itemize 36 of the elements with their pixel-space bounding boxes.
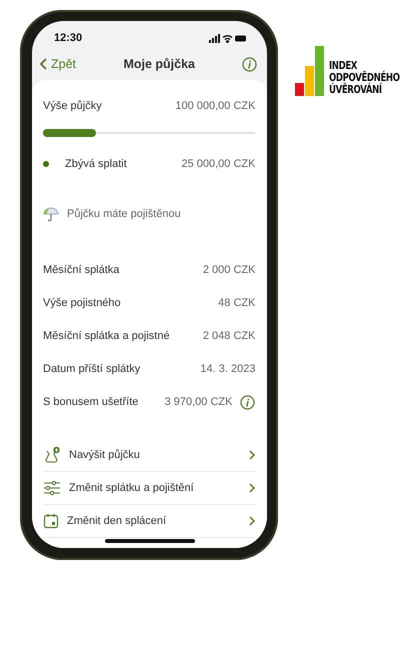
remaining-label: Zbývá splatit [65, 156, 127, 172]
action-item[interactable]: Změnit den splácení [43, 505, 256, 538]
loan-amount-label: Výše půjčky [43, 98, 102, 114]
back-link[interactable]: Zpět [40, 54, 76, 74]
detail-label: Měsíční splátka [43, 263, 120, 278]
clock: 12:30 [54, 30, 82, 46]
action-item[interactable]: Změnit splátku a pojištění [43, 472, 256, 505]
detail-value: 3 970,00 CZK [164, 395, 232, 410]
loan-amount-value: 100 000,00 CZK [175, 98, 256, 114]
detail-label: Datum příští splátky [43, 362, 140, 378]
detail-value: 48 CZK [218, 296, 256, 312]
detail-value: 2 000 CZK [202, 263, 256, 278]
page-title: Moje půjčka [123, 56, 195, 73]
detail-label: Měsíční splátka a pojistné [43, 329, 170, 344]
info-icon[interactable] [242, 56, 258, 72]
insurance-status: Půjčku máte pojištěnou [67, 206, 181, 222]
back-chevron-icon [40, 58, 47, 70]
sliders-icon [43, 480, 61, 496]
legend-dot [43, 161, 49, 167]
info-icon[interactable] [240, 395, 256, 410]
logo-text: INDEX [329, 60, 358, 72]
logo-text: ÚVĚROVÁNÍ [329, 84, 384, 96]
detail-label: Výše pojistného [43, 296, 121, 312]
detail-label: S bonusem ušetříte [43, 395, 138, 410]
chevron-icon [249, 483, 256, 493]
detail-value: 14. 3. 2023 [200, 362, 256, 378]
status-icons [209, 34, 248, 42]
remaining-value: 25 000,00 CZK [181, 156, 256, 172]
detail-value: 2 048 CZK [202, 329, 256, 344]
action-item[interactable]: Navýšit půjčku [43, 439, 256, 472]
chevron-icon [249, 450, 256, 460]
logo-text: ODPOVĚDNÉHO [329, 72, 400, 84]
logo-bars-icon [295, 46, 326, 96]
chevron-icon [249, 516, 256, 526]
umbrella-icon [43, 206, 59, 222]
calendar-icon [43, 513, 59, 529]
